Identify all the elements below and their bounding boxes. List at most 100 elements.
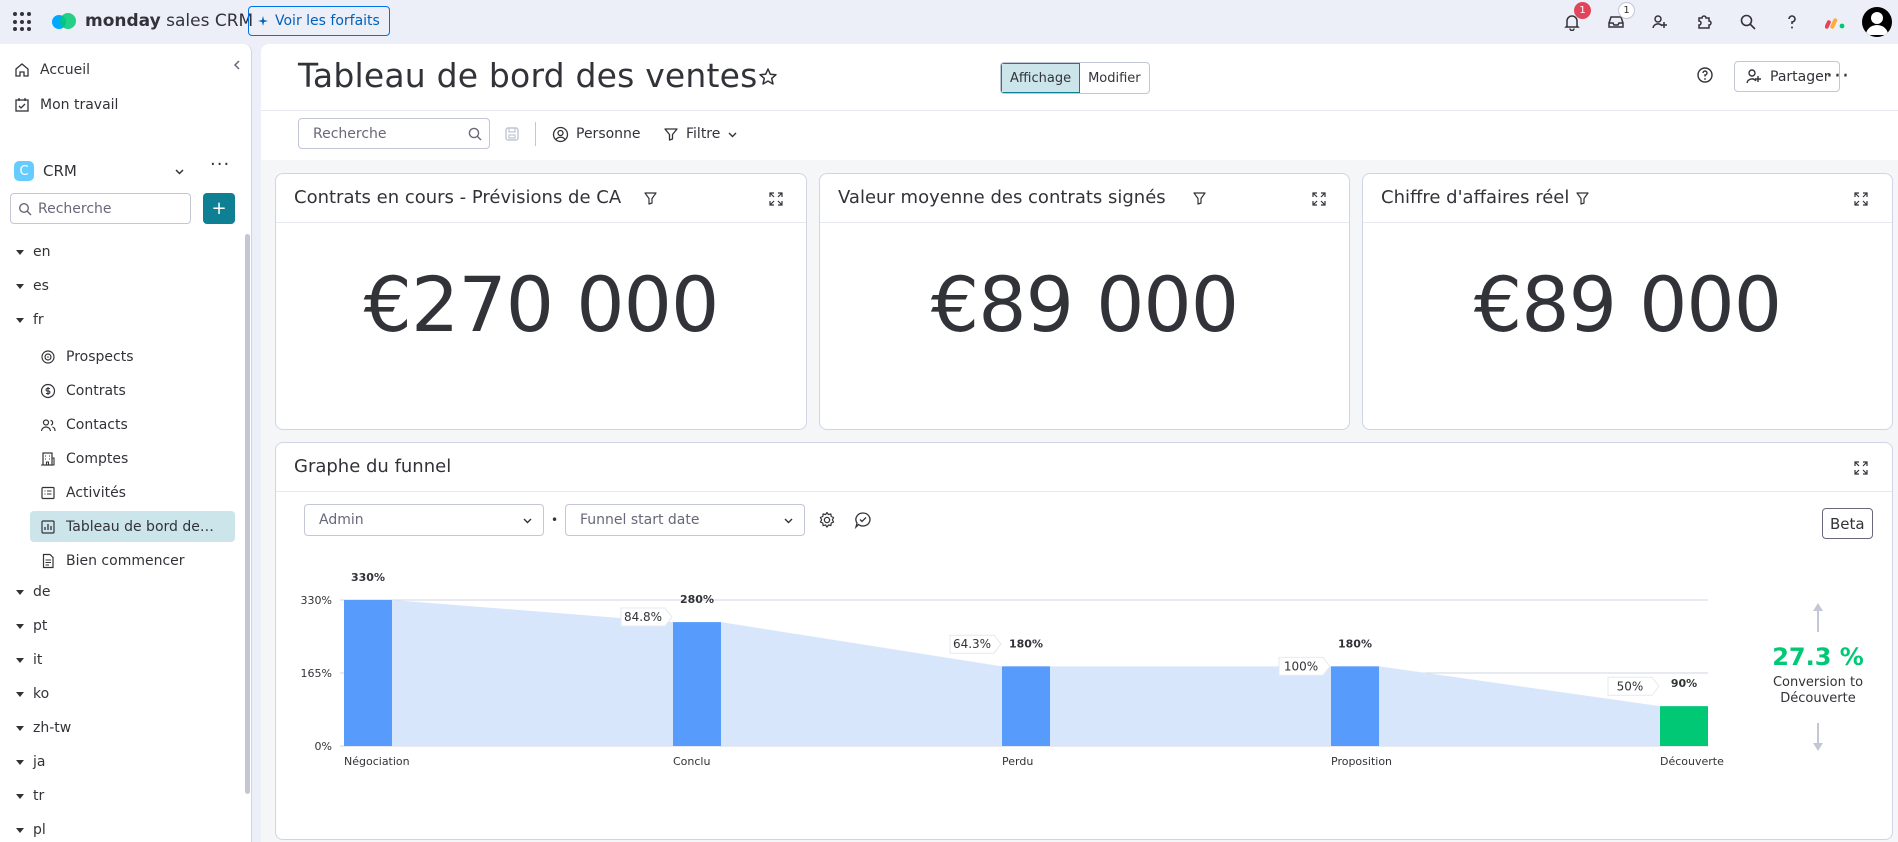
funnel-bar (673, 622, 721, 746)
dashboard-area: Contrats en cours - Prévisions de CA €27… (261, 160, 1898, 842)
folder-pl[interactable]: pl (16, 822, 46, 838)
sidebar-board-dashboard[interactable]: Tableau de bord des ventes (30, 511, 235, 542)
apps-grid-icon[interactable] (13, 12, 33, 32)
left-sidebar: Accueil Mon travail C CRM ··· Recherche … (0, 44, 252, 842)
question-icon (1788, 15, 1796, 29)
monday-product-icon (1825, 18, 1845, 29)
see-plans-button[interactable]: Voir les forfaits (248, 6, 390, 36)
search-button[interactable] (1726, 0, 1770, 44)
puzzle-icon (1698, 15, 1712, 29)
folder-zh-tw[interactable]: zh-tw (16, 720, 71, 736)
sidebar-board-dollar[interactable]: Contrats (30, 375, 235, 406)
calendar-check-icon (15, 98, 29, 112)
funnel-bar (1331, 666, 1379, 746)
nav-home[interactable]: Accueil (14, 62, 90, 78)
notifications-button[interactable]: 1 (1550, 0, 1594, 44)
widget-filter-icon[interactable] (1575, 191, 1590, 206)
main-content: Tableau de bord des ventes Affichage Mod… (261, 44, 1898, 842)
user-avatar[interactable] (1862, 7, 1892, 37)
folder-label: ko (33, 686, 50, 702)
folder-it[interactable]: it (16, 652, 42, 668)
sidebar-board-doc[interactable]: Bien commencer (30, 545, 235, 576)
notification-badge: 1 (1574, 2, 1591, 19)
board-label: Tableau de bord des ventes (66, 518, 218, 535)
workspace-more-button[interactable]: ··· (210, 154, 230, 175)
sidebar-scrollbar[interactable] (245, 234, 250, 794)
folder-es[interactable]: es (16, 278, 49, 294)
invite-members-button[interactable] (1638, 0, 1682, 44)
folder-ja[interactable]: ja (16, 754, 45, 770)
folder-de[interactable]: de (16, 584, 51, 600)
folder-tr[interactable]: tr (16, 788, 44, 804)
widget-card-forecast: Contrats en cours - Prévisions de CA €27… (275, 173, 807, 430)
widget-card-actual-revenue: Chiffre d'affaires réel €89 000 (1362, 173, 1893, 430)
widget-filter-icon[interactable] (643, 191, 658, 206)
folder-en[interactable]: en (16, 244, 51, 260)
folder-label: zh-tw (33, 720, 72, 736)
search-icon (18, 202, 32, 215)
view-mode-button[interactable]: Affichage (1001, 63, 1081, 93)
caret-down-icon (16, 793, 24, 799)
dashboard-search-placeholder: Recherche (313, 125, 387, 142)
product-switcher-button[interactable] (1814, 0, 1858, 44)
search-icon (468, 127, 482, 141)
person-filter-button[interactable]: Personne (552, 121, 641, 147)
sidebar-search-input[interactable]: Recherche (10, 193, 191, 224)
building-icon (41, 451, 55, 466)
folder-label: de (33, 584, 51, 600)
arrow-down-icon (1813, 743, 1823, 751)
help-button[interactable] (1770, 0, 1814, 44)
filter-button[interactable]: Filtre (663, 121, 738, 147)
y-tick-label: 330% (301, 594, 332, 607)
save-view-icon[interactable] (504, 126, 520, 142)
bar-value-label: 180% (1009, 637, 1043, 650)
sidebar-board-activity[interactable]: Activités (30, 477, 235, 508)
folder-pt[interactable]: pt (16, 618, 47, 634)
chevron-down-icon (728, 132, 737, 137)
sidebar-board-building[interactable]: Comptes (30, 443, 235, 474)
caret-down-icon (16, 827, 24, 833)
folder-label: it (33, 652, 43, 668)
workspace-selector[interactable]: C CRM ··· (14, 154, 238, 186)
widget-header: Chiffre d'affaires réel (1363, 174, 1892, 223)
brand-logo[interactable]: monday sales CRM (52, 11, 253, 31)
add-person-icon (1746, 69, 1761, 84)
widget-title: Contrats en cours - Prévisions de CA (294, 187, 622, 208)
more-options-button[interactable]: ··· (1826, 64, 1850, 89)
expand-icon[interactable] (1311, 191, 1327, 207)
expand-icon[interactable] (768, 191, 784, 207)
share-button[interactable]: Partager (1734, 61, 1841, 92)
nav-home-label: Accueil (40, 62, 90, 78)
apps-marketplace-button[interactable] (1682, 0, 1726, 44)
folder-ko[interactable]: ko (16, 686, 49, 702)
funnel-bar (344, 600, 392, 746)
folder-fr[interactable]: fr (16, 312, 44, 328)
nav-my-work[interactable]: Mon travail (14, 97, 118, 113)
folder-label: en (33, 244, 51, 260)
star-icon[interactable] (757, 66, 779, 88)
sidebar-board-people[interactable]: Contacts (30, 409, 235, 440)
collapse-sidebar-button[interactable] (226, 54, 248, 76)
edit-mode-button[interactable]: Modifier (1080, 63, 1149, 93)
page-title: Tableau de bord des ventes (298, 56, 758, 95)
chevron-left-icon (233, 60, 240, 70)
dashboard-search-input[interactable]: Recherche (298, 118, 490, 149)
caret-down-icon (16, 657, 24, 663)
caret-down-icon (16, 317, 24, 323)
caret-down-icon (16, 249, 24, 255)
caret-down-icon (16, 691, 24, 697)
board-label: Bien commencer (66, 552, 185, 569)
help-circle-icon[interactable] (1696, 66, 1714, 84)
expand-icon[interactable] (1853, 191, 1869, 207)
sidebar-board-target[interactable]: Prospects (30, 341, 235, 372)
toolbar-separator (535, 122, 536, 146)
arrow-up-icon (1813, 603, 1823, 611)
inbox-button[interactable]: 1 (1594, 0, 1638, 44)
caret-down-icon (16, 283, 24, 289)
widget-filter-icon[interactable] (1192, 191, 1207, 206)
category-label: Négociation (344, 755, 410, 768)
caret-down-icon (16, 623, 24, 629)
top-icons: 1 1 (1550, 0, 1898, 44)
add-item-button[interactable]: + (203, 193, 235, 224)
filter-icon (664, 128, 678, 141)
